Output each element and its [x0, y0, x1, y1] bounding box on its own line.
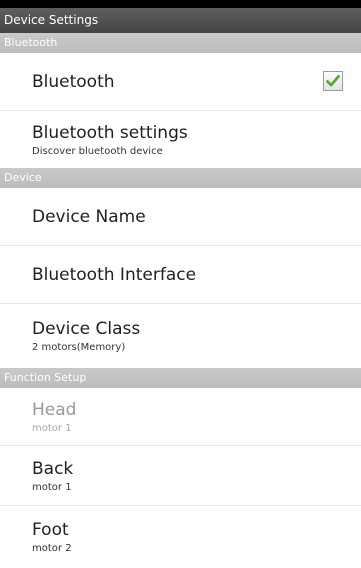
pref-summary: 2 motors(Memory)	[32, 342, 126, 353]
title-bar: Device Settings	[0, 8, 361, 33]
section-header-label: Device	[4, 171, 42, 184]
pref-summary: motor 1	[32, 481, 72, 493]
pref-title: Bluetooth Interface	[32, 264, 197, 285]
pref-bluetooth-settings[interactable]: Bluetooth settings Discover bluetooth de…	[0, 111, 361, 168]
page-title: Device Settings	[4, 13, 99, 27]
pref-head: Head motor 1	[0, 388, 361, 446]
pref-summary: motor 1	[32, 422, 72, 434]
section-header-label: Bluetooth	[4, 36, 58, 49]
pref-title: Head	[32, 399, 77, 420]
pref-foot[interactable]: Foot motor 2	[0, 506, 361, 568]
pref-bluetooth-interface[interactable]: Bluetooth Interface	[0, 246, 361, 304]
pref-title: Foot	[32, 520, 69, 540]
pref-summary: motor 2	[32, 543, 72, 554]
section-header-bluetooth: Bluetooth	[0, 33, 361, 53]
pref-back[interactable]: Back motor 1	[0, 446, 361, 506]
bluetooth-checkbox[interactable]	[323, 70, 343, 91]
pref-device-class[interactable]: Device Class 2 motors(Memory)	[0, 304, 361, 368]
section-header-device: Device	[0, 168, 361, 188]
section-header-label: Function Setup	[4, 371, 87, 384]
pref-title: Device Class	[32, 319, 141, 339]
pref-title: Bluetooth	[32, 71, 115, 92]
pref-device-name[interactable]: Device Name	[0, 188, 361, 246]
pref-summary: Discover bluetooth device	[32, 145, 163, 157]
pref-title: Device Name	[32, 206, 146, 227]
pref-title: Back	[32, 458, 74, 479]
status-bar	[0, 0, 361, 8]
pref-title: Bluetooth settings	[32, 122, 188, 143]
pref-bluetooth-toggle[interactable]: Bluetooth	[0, 53, 361, 111]
checkmark-icon	[326, 74, 340, 86]
section-header-function-setup: Function Setup	[0, 368, 361, 388]
